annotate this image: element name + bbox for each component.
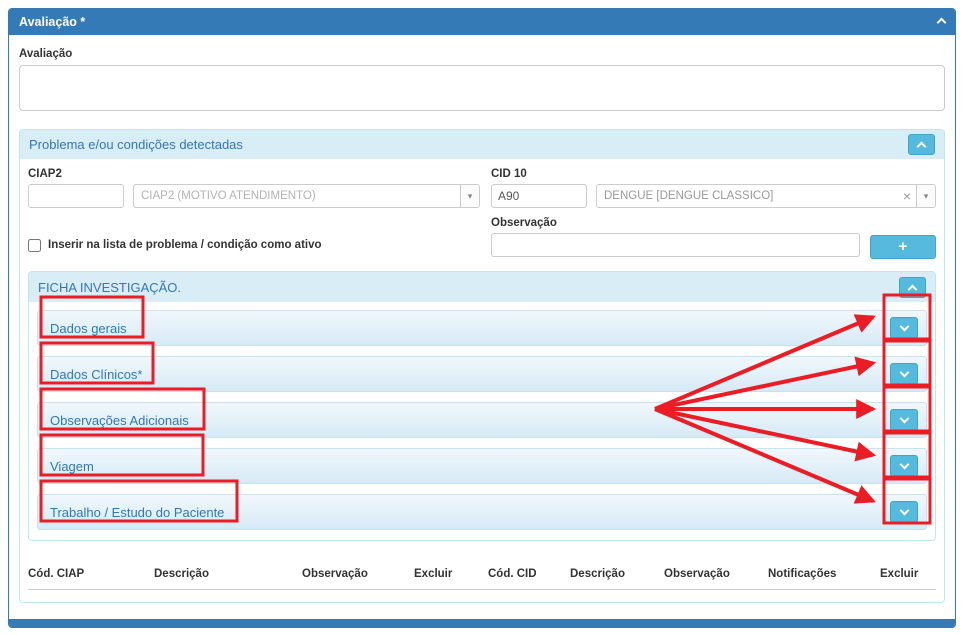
expand-dados-gerais-button[interactable] xyxy=(890,317,918,339)
column-header: Notificações xyxy=(768,568,880,580)
column-header: Descrição xyxy=(570,568,664,580)
panel-title: Avaliação * xyxy=(19,15,85,29)
accordion-row-dados-clinicos[interactable]: Dados Clínicos* xyxy=(37,356,927,392)
panel-body: Avaliação Problema e/ou condições detect… xyxy=(9,35,955,611)
ciap2-column: CIAP2 CIAP2 (MOTIVO ATENDIMENTO) ▾ xyxy=(28,168,480,208)
ciap2-select[interactable]: CIAP2 (MOTIVO ATENDIMENTO) ▾ xyxy=(133,184,480,208)
accordion-title: Dados gerais xyxy=(50,321,127,336)
ficha-body: Dados gerais Dados Clínicos* xyxy=(29,302,935,540)
active-condition-label: Inserir na lista de problema / condição … xyxy=(48,239,322,251)
expand-observacoes-adicionais-button[interactable] xyxy=(890,409,918,431)
column-header: Excluir xyxy=(414,568,488,580)
accordion-row-viagem[interactable]: Viagem xyxy=(37,448,927,484)
accordion-row-trabalho-estudo[interactable]: Trabalho / Estudo do Paciente xyxy=(37,494,927,530)
problema-section-title: Problema e/ou condições detectadas xyxy=(29,137,243,152)
ficha-section-title: FICHA INVESTIGAÇÃO. xyxy=(38,280,181,295)
ciap2-code-input[interactable] xyxy=(28,184,124,208)
column-header: Cód. CID xyxy=(488,568,570,580)
ficha-investigacao-section: FICHA INVESTIGAÇÃO. Dados gerais xyxy=(28,271,936,541)
collapse-ficha-button[interactable] xyxy=(899,277,926,298)
column-header: Descrição xyxy=(154,568,302,580)
expand-viagem-button[interactable] xyxy=(890,455,918,477)
cid10-select[interactable]: DENGUE [DENGUE CLÁSSICO] × ▾ xyxy=(596,184,936,208)
ciap2-select-placeholder: CIAP2 (MOTIVO ATENDIMENTO) xyxy=(134,190,460,202)
dropdown-arrow-icon[interactable]: ▾ xyxy=(916,185,935,207)
accordion-row-observacoes-adicionais[interactable]: Observações Adicionais xyxy=(37,402,927,438)
chevron-down-icon xyxy=(899,460,909,470)
problema-section: Problema e/ou condições detectadas CIAP2… xyxy=(19,129,945,603)
column-header: Observação xyxy=(664,568,768,580)
results-table-header: Cód. CIAP Descrição Observação Excluir C… xyxy=(28,568,936,590)
cid10-code-input[interactable] xyxy=(491,184,587,208)
chevron-up-icon xyxy=(917,142,927,152)
active-condition-checkbox-wrap: Inserir na lista de problema / condição … xyxy=(28,217,480,259)
chevron-up-icon xyxy=(908,284,918,294)
column-header: Cód. CIAP xyxy=(28,568,154,580)
ficha-section-header: FICHA INVESTIGAÇÃO. xyxy=(29,272,935,302)
chevron-down-icon xyxy=(899,414,909,424)
accordion-title: Viagem xyxy=(50,459,94,474)
expand-dados-clinicos-button[interactable] xyxy=(890,363,918,385)
observacao-column: Observação + xyxy=(491,217,936,259)
observacao-label: Observação xyxy=(491,217,860,229)
avaliacao-textarea[interactable] xyxy=(19,65,945,111)
collapse-problema-button[interactable] xyxy=(908,134,935,155)
dropdown-arrow-icon[interactable]: ▾ xyxy=(460,185,479,207)
avaliacao-panel-header: Avaliação * xyxy=(9,9,955,35)
accordion-title: Observações Adicionais xyxy=(50,413,189,428)
chevron-down-icon xyxy=(899,506,909,516)
chevron-down-icon xyxy=(899,368,909,378)
avaliacao-panel: Avaliação * Avaliação Problema e/ou cond… xyxy=(8,8,956,628)
ciap2-label: CIAP2 xyxy=(28,168,480,180)
accordion-title: Trabalho / Estudo do Paciente xyxy=(50,505,224,520)
panel-footer-bar xyxy=(9,619,955,627)
codes-row: CIAP2 CIAP2 (MOTIVO ATENDIMENTO) ▾ CID 1… xyxy=(28,168,936,208)
problema-section-header: Problema e/ou condições detectadas xyxy=(20,130,944,159)
clear-icon[interactable]: × xyxy=(898,185,916,207)
column-header: Observação xyxy=(302,568,414,580)
avaliacao-label: Avaliação xyxy=(19,48,945,60)
accordion-row-dados-gerais[interactable]: Dados gerais xyxy=(37,310,927,346)
expand-trabalho-estudo-button[interactable] xyxy=(890,501,918,523)
active-condition-checkbox[interactable] xyxy=(28,239,41,252)
chevron-down-icon xyxy=(899,322,909,332)
add-button[interactable]: + xyxy=(870,235,936,259)
collapse-panel-button[interactable] xyxy=(938,13,945,31)
column-header: Excluir xyxy=(880,568,938,580)
observacao-input[interactable] xyxy=(491,233,860,257)
cid10-select-value: DENGUE [DENGUE CLÁSSICO] xyxy=(597,190,898,202)
chevron-up-icon xyxy=(937,18,947,28)
observation-row: Inserir na lista de problema / condição … xyxy=(28,217,936,259)
cid10-column: CID 10 DENGUE [DENGUE CLÁSSICO] × ▾ xyxy=(491,168,936,208)
accordion-title: Dados Clínicos* xyxy=(50,367,143,382)
cid10-label: CID 10 xyxy=(491,168,936,180)
problema-section-body: CIAP2 CIAP2 (MOTIVO ATENDIMENTO) ▾ CID 1… xyxy=(20,159,944,602)
